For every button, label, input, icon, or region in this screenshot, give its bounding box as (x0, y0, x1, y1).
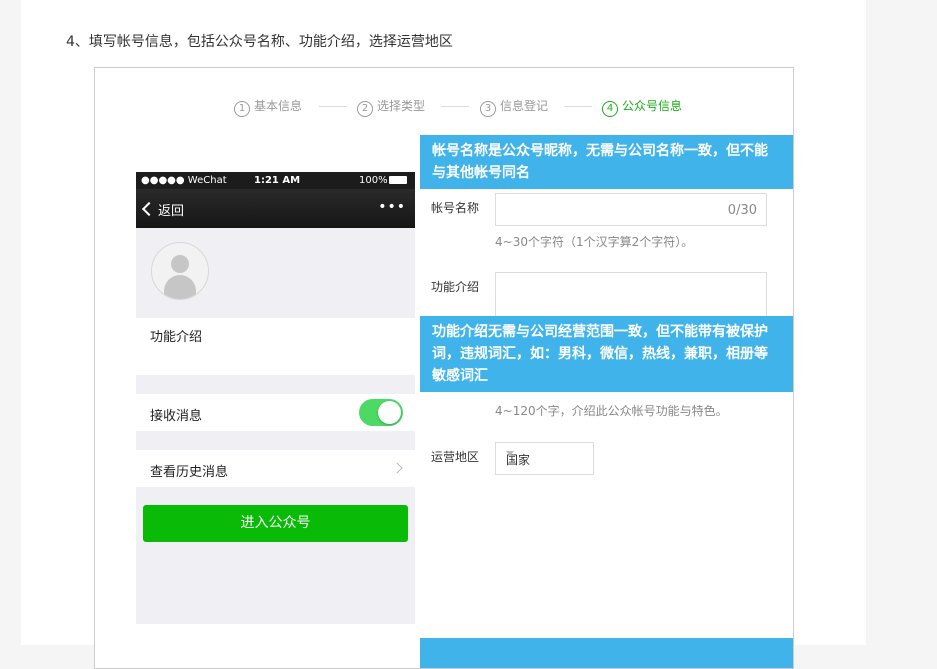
avatar (151, 242, 209, 300)
name-hint: 4~30个字符（1个汉字算2个字符）。 (495, 235, 694, 249)
name-char-counter: 0/30 (727, 203, 757, 218)
carrier-label: ●●●●● WeChat (141, 175, 227, 186)
bottom-callout-bar (420, 638, 793, 668)
intro-callout: 功能介绍无需与公司经营范围一致，但不能带有被保护词，违规词汇，如：男科，微信，热… (420, 316, 793, 392)
step-number: 2 (357, 101, 373, 117)
history-label: 查看历史消息 (150, 465, 229, 480)
article-page: 4、填写帐号信息，包括公众号名称、功能介绍，选择运营地区 1 基本信息 2 选择类型… (21, 0, 866, 669)
step-divider (564, 106, 592, 107)
region-field-label: 运营地区 (431, 450, 480, 464)
step-label: 公众号信息 (622, 99, 683, 113)
back-button[interactable]: 返回 (141, 200, 185, 219)
enter-account-button[interactable]: 进入公众号 (143, 505, 408, 542)
step-number: 4 (602, 101, 618, 117)
battery-label: 100% (359, 175, 388, 186)
intro-label: 功能介绍 (150, 330, 203, 345)
step-3: 3 信息登记 (480, 97, 548, 117)
avatar-placeholder-icon (171, 255, 189, 273)
step-number: 1 (234, 101, 250, 117)
receive-messages-row: 接收消息 (136, 394, 415, 431)
back-label: 返回 (158, 204, 185, 219)
step-label: 信息登记 (500, 99, 549, 113)
step-4-active: 4 公众号信息 (602, 97, 682, 117)
profile-header (136, 228, 415, 318)
step-2: 2 选择类型 (357, 97, 425, 117)
step-divider (441, 106, 469, 107)
screenshot-frame: 1 基本信息 2 选择类型 3 信息登记 4 公众号信息 ●●●●● WeChat 1:… (94, 67, 794, 669)
phone-preview: ●●●●● WeChat 1:21 AM 100% 返回 ••• 功能介绍 接收… (136, 172, 415, 624)
intro-hint: 4~120个字，介绍此公众帐号功能与特色。 (495, 404, 728, 418)
status-bar: ●●●●● WeChat 1:21 AM 100% (136, 172, 415, 189)
step-number: 3 (480, 101, 496, 117)
intro-field-label: 功能介绍 (431, 280, 480, 294)
step-1: 1 基本信息 (234, 97, 302, 117)
step-heading: 4、填写帐号信息，包括公众号名称、功能介绍，选择运营地区 (66, 34, 453, 50)
receive-toggle[interactable] (359, 399, 403, 426)
toggle-knob (378, 401, 401, 424)
clock-label: 1:21 AM (254, 175, 301, 186)
history-row[interactable]: 查看历史消息 (136, 450, 415, 487)
step-label: 选择类型 (377, 99, 426, 113)
chevron-left-icon (141, 201, 157, 217)
avatar-placeholder-body (164, 275, 196, 299)
intro-section: 功能介绍 (136, 318, 415, 375)
step-divider (319, 106, 347, 107)
nav-bar: 返回 ••• (136, 189, 415, 228)
chevron-down-icon (506, 451, 514, 456)
account-name-input[interactable]: 0/30 (495, 193, 767, 226)
name-callout: 帐号名称是公众号昵称，无需与公司名称一致，但不能与其他帐号同名 (420, 135, 793, 189)
more-icon[interactable]: ••• (378, 199, 406, 215)
battery-icon (389, 176, 407, 184)
name-field-label: 帐号名称 (431, 201, 480, 215)
region-select[interactable]: 国家 (495, 442, 594, 475)
progress-steps: 1 基本信息 2 选择类型 3 信息登记 4 公众号信息 (95, 97, 793, 117)
step-label: 基本信息 (254, 99, 303, 113)
chevron-right-icon (391, 462, 403, 474)
receive-label: 接收消息 (150, 409, 203, 424)
